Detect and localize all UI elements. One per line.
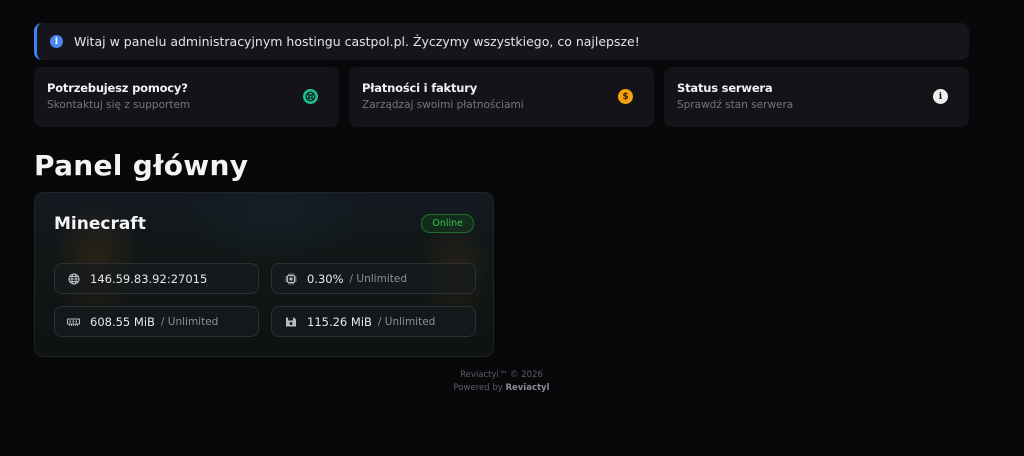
globe-icon (67, 272, 80, 285)
address-value: 146.59.83.92:27015 (90, 271, 208, 286)
status-badge: Online (421, 214, 474, 233)
card-server-status[interactable]: Status serwera Sprawdź stan serwera i (664, 67, 969, 127)
disk-limit: / Unlimited (377, 315, 436, 328)
card-title: Potrzebujesz pomocy? (47, 81, 188, 95)
server-address: 146.59.83.92:27015 (54, 263, 259, 294)
server-card[interactable]: Minecraft Online 146.59.83.92:27015 0.30… (34, 192, 494, 357)
cpu-usage: 0.30% / Unlimited (271, 263, 476, 294)
info-circle-icon: i (50, 35, 63, 48)
welcome-banner: i Witaj w panelu administracyjnym hostin… (34, 23, 969, 60)
cpu-limit: / Unlimited (349, 272, 407, 285)
powered-by-text: Powered by Reviactyl (0, 382, 1003, 395)
memory-limit: / Unlimited (160, 315, 219, 328)
lifebuoy-icon (303, 89, 318, 104)
welcome-text: Witaj w panelu administracyjnym hostingu… (74, 34, 640, 49)
dollar-icon: $ (618, 89, 633, 104)
card-support[interactable]: Potrzebujesz pomocy? Skontaktuj się z su… (34, 67, 339, 127)
powered-by-prefix: Powered by (453, 383, 506, 393)
quick-links: Potrzebujesz pomocy? Skontaktuj się z su… (34, 67, 969, 127)
card-subtitle: Sprawdź stan serwera (677, 99, 794, 111)
powered-by-link[interactable]: Reviactyl (505, 383, 549, 393)
floppy-disk-icon (284, 315, 297, 328)
card-subtitle: Skontaktuj się z supportem (47, 99, 191, 111)
page-title: Panel główny (34, 149, 249, 182)
copyright-text: Reviactyl™ © 2026 (460, 370, 543, 380)
disk-value: 115.26 MiB (307, 314, 372, 329)
card-subtitle: Zarządzaj swoimi płatnościami (362, 99, 524, 111)
memory-usage: 608.55 MiB / Unlimited (54, 306, 259, 337)
cpu-value: 0.30% (307, 271, 344, 286)
memory-icon (67, 315, 80, 328)
card-title: Płatności i faktury (362, 81, 478, 95)
disk-usage: 115.26 MiB / Unlimited (271, 306, 476, 337)
server-name: Minecraft (54, 214, 146, 234)
memory-value: 608.55 MiB (90, 314, 155, 329)
info-icon: i (933, 89, 948, 104)
dashboard: i Witaj w panelu administracyjnym hostin… (34, 23, 969, 357)
card-payments[interactable]: Płatności i faktury Zarządzaj swoimi pła… (349, 67, 654, 127)
cpu-icon (284, 272, 297, 285)
footer: Reviactyl™ © 2026 Powered by Reviactyl (0, 369, 1003, 395)
card-title: Status serwera (677, 81, 773, 95)
